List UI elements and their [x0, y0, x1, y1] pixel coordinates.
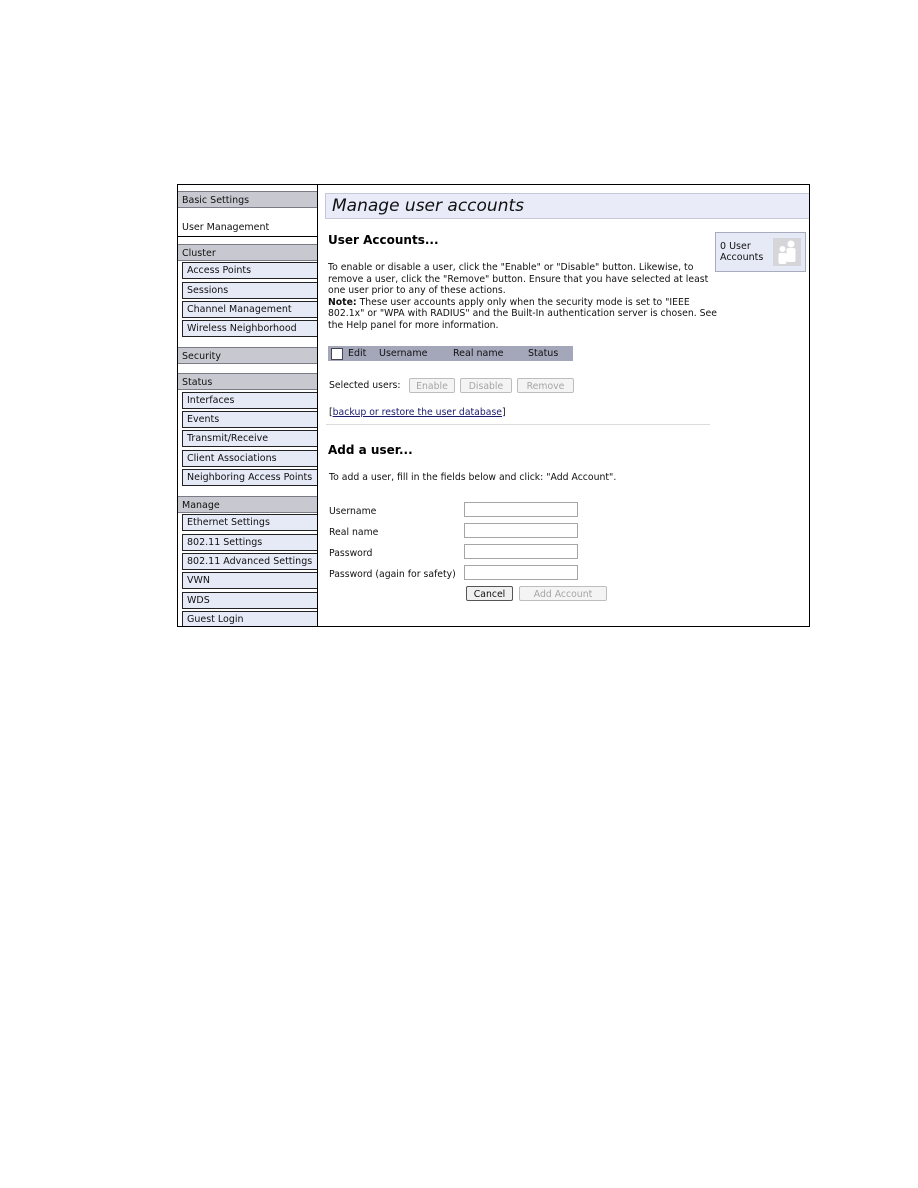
users-icon: [773, 238, 801, 266]
user-count-label-2: Accounts: [720, 252, 764, 263]
backup-link-bracket-close: ]: [502, 407, 506, 418]
sidebar-item-guest-login[interactable]: Guest Login: [182, 611, 317, 626]
sidebar-section-cluster[interactable]: Cluster: [178, 244, 317, 261]
add-user-heading: Add a user...: [328, 443, 413, 457]
sidebar-section-status[interactable]: Status: [178, 373, 317, 390]
section-divider: [326, 424, 710, 425]
sidebar-item-user-management[interactable]: User Management: [178, 218, 317, 237]
password-label: Password: [329, 548, 373, 559]
sidebar-item-transmit-receive[interactable]: Transmit/Receive: [182, 430, 317, 447]
password-confirm-label: Password (again for safety): [329, 569, 456, 580]
sidebar-item-vwn[interactable]: VWN: [182, 572, 317, 589]
user-count-label-1: User: [729, 241, 751, 252]
sidebar-item-neighboring-access-points[interactable]: Neighboring Access Points: [182, 469, 317, 486]
sidebar-item-access-points[interactable]: Access Points: [182, 262, 317, 279]
add-account-button[interactable]: Add Account: [519, 586, 607, 601]
sidebar-item-interfaces[interactable]: Interfaces: [182, 392, 317, 409]
sidebar-item-wireless-neighborhood[interactable]: Wireless Neighborhood: [182, 320, 317, 337]
select-all-checkbox[interactable]: [331, 348, 343, 360]
backup-link-wrapper: [backup or restore the user database]: [329, 407, 506, 418]
instructions-text: To enable or disable a user, click the "…: [328, 262, 709, 297]
sidebar-item-basic-settings[interactable]: Basic Settings: [178, 191, 317, 208]
sidebar-section-security[interactable]: Security: [178, 347, 317, 364]
sidebar-item-wds[interactable]: WDS: [182, 592, 317, 609]
realname-label: Real name: [329, 527, 379, 538]
sidebar-nav: Basic Settings User Management Cluster A…: [178, 185, 318, 626]
user-accounts-heading: User Accounts...: [328, 233, 439, 247]
backup-restore-link[interactable]: backup or restore the user database: [333, 407, 502, 418]
password-input[interactable]: [464, 544, 578, 559]
note-label: Note:: [328, 296, 357, 308]
sidebar-item-sessions[interactable]: Sessions: [182, 282, 317, 299]
sidebar-item-ethernet-settings[interactable]: Ethernet Settings: [182, 514, 317, 531]
sidebar-item-events[interactable]: Events: [182, 411, 317, 428]
sidebar-section-manage[interactable]: Manage: [178, 496, 317, 513]
main-content: Manage user accounts User Accounts... 0 …: [323, 185, 809, 626]
sidebar-item-80211-settings[interactable]: 802.11 Settings: [182, 534, 317, 551]
sidebar-item-channel-management[interactable]: Channel Management: [182, 301, 317, 318]
user-count-badge: 0 User Accounts: [715, 232, 806, 272]
username-input[interactable]: [464, 502, 578, 517]
column-edit: Edit: [348, 348, 367, 359]
enable-button[interactable]: Enable: [409, 378, 455, 393]
disable-button[interactable]: Disable: [460, 378, 512, 393]
users-table-header: Edit Username Real name Status: [328, 346, 573, 361]
realname-input[interactable]: [464, 523, 578, 538]
column-username[interactable]: Username: [379, 346, 427, 361]
username-label: Username: [329, 506, 377, 517]
user-count-text: 0 User Accounts: [720, 241, 770, 263]
add-user-instructions: To add a user, fill in the fields below …: [329, 472, 617, 483]
remove-button[interactable]: Remove: [517, 378, 574, 393]
password-confirm-input[interactable]: [464, 565, 578, 580]
note-text: These user accounts apply only when the …: [328, 296, 717, 331]
page-title: Manage user accounts: [325, 193, 809, 219]
user-accounts-instructions: To enable or disable a user, click the "…: [328, 262, 718, 332]
column-status[interactable]: Status: [528, 346, 558, 361]
sidebar-item-client-associations[interactable]: Client Associations: [182, 450, 317, 467]
user-count-value: 0: [720, 241, 727, 252]
app-frame: Basic Settings User Management Cluster A…: [177, 184, 810, 627]
column-real-name[interactable]: Real name: [453, 346, 503, 361]
selected-users-label: Selected users:: [329, 380, 401, 391]
cancel-button[interactable]: Cancel: [466, 586, 513, 601]
sidebar-item-80211-advanced-settings[interactable]: 802.11 Advanced Settings: [182, 553, 317, 570]
